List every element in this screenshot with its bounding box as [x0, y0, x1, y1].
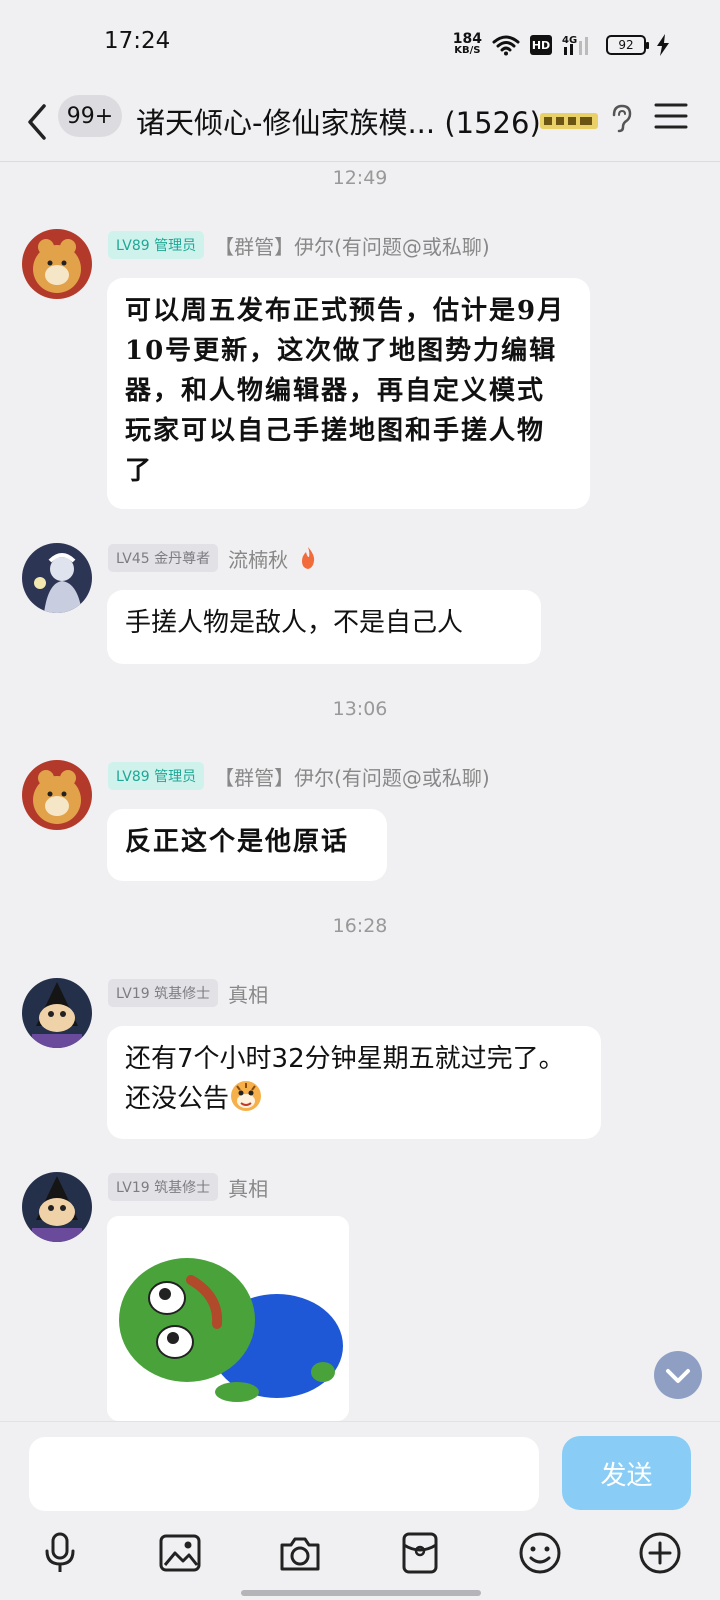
message-timestamp: 16:28	[332, 915, 388, 937]
status-icons: 184 KB/S HD 4G 92	[453, 28, 670, 62]
flame-icon	[302, 547, 315, 569]
message-bubble[interactable]: 反正这个是他原话	[107, 809, 387, 881]
message-meta: LV45 金丹尊者 流楠秋	[108, 544, 318, 572]
message-input[interactable]	[29, 1437, 539, 1511]
sender-name[interactable]: 真相	[228, 979, 268, 1008]
charging-icon	[657, 34, 669, 56]
sender-name[interactable]: 【群管】伊尔(有问题@或私聊)	[214, 231, 490, 260]
network-type: 4G	[562, 35, 577, 46]
hd-icon: HD	[530, 35, 552, 55]
battery-percent: 92	[618, 38, 634, 52]
ear-icon[interactable]	[608, 103, 636, 133]
sender-name[interactable]: 真相	[228, 1173, 268, 1202]
image-icon	[159, 1534, 201, 1572]
tiger-emoji-icon	[231, 1081, 262, 1111]
message-timestamp: 12:49	[332, 167, 388, 189]
back-arrow-icon[interactable]	[22, 100, 52, 144]
signal-icon: 4G	[562, 35, 588, 55]
camera-button[interactable]	[272, 1525, 328, 1581]
more-button[interactable]	[632, 1525, 688, 1581]
chat-header: 99+ 诸天倾心-修仙家族模... (1526)	[0, 84, 720, 162]
status-time: 17:24	[104, 28, 171, 54]
avatar[interactable]	[22, 1172, 92, 1242]
sender-name[interactable]: 流楠秋	[228, 544, 288, 573]
level-badge: LV45 金丹尊者	[108, 544, 219, 572]
message-meta: LV89 管理员 【群管】伊尔(有问题@或私聊)	[108, 231, 490, 259]
home-indicator[interactable]	[241, 1590, 481, 1596]
red-packet-icon	[402, 1532, 438, 1574]
emoji-button[interactable]	[512, 1525, 568, 1581]
input-area: 发送	[0, 1421, 720, 1600]
net-speed-unit: KB/S	[454, 45, 481, 56]
battery-icon: 92	[606, 35, 649, 55]
image-button[interactable]	[152, 1525, 208, 1581]
message-meta: LV19 筑基修士 真相	[108, 1173, 268, 1201]
message-timestamp: 13:06	[332, 698, 388, 720]
wifi-icon	[492, 35, 520, 56]
camera-icon	[280, 1537, 320, 1571]
send-button[interactable]: 发送	[562, 1436, 691, 1510]
level-badge: LV19 筑基修士	[108, 979, 219, 1007]
message-text: 还有7个小时32分钟星期五就过完了。还没公告	[125, 1044, 565, 1114]
input-toolbar	[0, 1525, 720, 1581]
plus-icon	[639, 1532, 681, 1574]
sender-name[interactable]: 【群管】伊尔(有问题@或私聊)	[214, 762, 490, 791]
message-meta: LV19 筑基修士 真相	[108, 979, 268, 1007]
menu-icon[interactable]	[654, 101, 688, 131]
level-badge: LV89 管理员	[108, 231, 205, 259]
avatar[interactable]	[22, 543, 92, 613]
chevron-down-icon	[666, 1369, 690, 1383]
microphone-icon	[45, 1532, 75, 1572]
net-speed: 184 KB/S	[452, 31, 482, 57]
avatar[interactable]	[22, 760, 92, 830]
net-speed-value: 184	[452, 31, 482, 47]
level-badge: LV19 筑基修士	[108, 1173, 219, 1201]
scroll-to-bottom-button[interactable]	[654, 1351, 702, 1399]
avatar[interactable]	[22, 229, 92, 299]
group-title[interactable]: 诸天倾心-修仙家族模... (1526)	[136, 100, 541, 142]
avatar[interactable]	[22, 978, 92, 1048]
sticker-image[interactable]	[107, 1216, 349, 1421]
unread-count-badge[interactable]: 99+	[58, 95, 122, 137]
red-packet-button[interactable]	[392, 1525, 448, 1581]
message-bubble[interactable]: 手搓人物是敌人，不是自己人	[107, 590, 541, 664]
group-level-badge-icon	[540, 113, 598, 129]
status-bar: 17:24 184 KB/S HD 4G 92	[0, 0, 720, 84]
message-meta: LV89 管理员 【群管】伊尔(有问题@或私聊)	[108, 762, 490, 790]
message-bubble[interactable]: 还有7个小时32分钟星期五就过完了。还没公告	[107, 1026, 601, 1139]
microphone-button[interactable]	[32, 1525, 88, 1581]
message-bubble[interactable]: 可以周五发布正式预告，估计是9月10号更新，这次做了地图势力编辑器，和人物编辑器…	[107, 278, 590, 509]
emoji-icon	[519, 1532, 561, 1574]
level-badge: LV89 管理员	[108, 762, 205, 790]
